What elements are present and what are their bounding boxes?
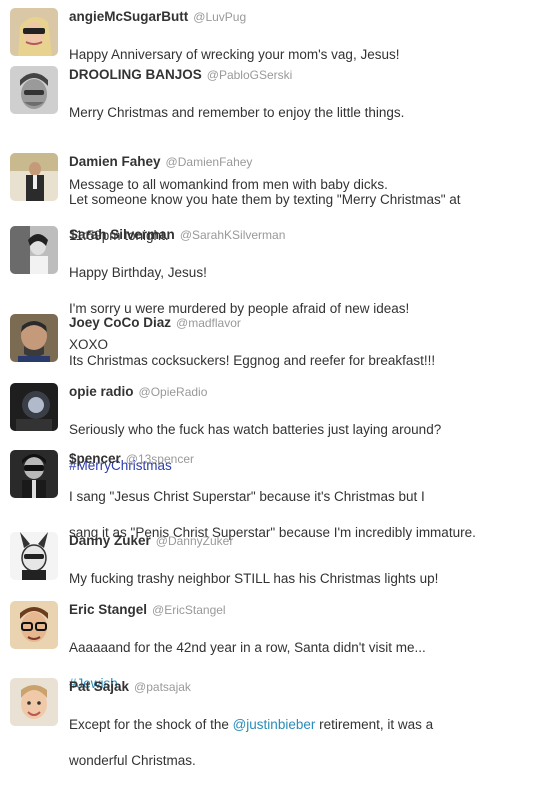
display-name[interactable]: angieMcSugarButt xyxy=(69,9,188,24)
tweet-text-fragment: Except for the shock of the xyxy=(69,717,233,732)
tweet-text: My fucking trashy neighbor STILL has his… xyxy=(69,552,536,606)
avatar-image xyxy=(10,601,58,649)
tweet-text-line: I sang "Jesus Christ Superstar" because … xyxy=(69,489,425,504)
user-handle[interactable]: @patsajak xyxy=(134,680,191,694)
tweet-text-line: Merry Christmas and remember to enjoy th… xyxy=(69,105,405,120)
tweet-text-line: Aaaaaand for the 42nd year in a row, San… xyxy=(69,640,426,655)
user-handle[interactable]: @13spencer xyxy=(126,452,194,466)
tweet-text-line: My fucking trashy neighbor STILL has his… xyxy=(69,571,439,586)
avatar[interactable] xyxy=(10,601,58,649)
avatar[interactable] xyxy=(10,383,58,431)
avatar[interactable] xyxy=(10,226,58,274)
avatar-image xyxy=(10,532,58,580)
user-handle[interactable]: @LuvPug xyxy=(193,10,246,24)
display-name[interactable]: Sarah Silverman xyxy=(69,227,175,242)
user-handle[interactable]: @EricStangel xyxy=(152,603,226,617)
user-handle[interactable]: @madflavor xyxy=(176,316,241,330)
user-handle[interactable]: @DamienFahey xyxy=(166,155,253,169)
user-handle[interactable]: @SarahKSilverman xyxy=(180,228,286,242)
avatar-image xyxy=(10,450,58,498)
avatar[interactable] xyxy=(10,450,58,498)
tweet-text-line: Except for the shock of the @justinbiebe… xyxy=(69,716,536,734)
tweet-text: Except for the shock of the @justinbiebe… xyxy=(69,698,536,788)
avatar[interactable] xyxy=(10,532,58,580)
mention-link[interactable]: @justinbieber xyxy=(233,717,316,732)
tweet-text-line: wonderful Christmas. xyxy=(69,753,196,768)
avatar[interactable] xyxy=(10,314,58,362)
display-name[interactable]: Damien Fahey xyxy=(69,154,161,169)
tweet-text-line: Seriously who the fuck has watch batteri… xyxy=(69,422,442,437)
tweet-text-line: Happy Anniversary of wrecking your mom's… xyxy=(69,47,400,62)
tweet-text-line: Its Christmas cocksuckers! Eggnog and re… xyxy=(69,353,436,368)
avatar-image xyxy=(10,8,58,56)
display-name[interactable]: $pencer xyxy=(69,451,121,466)
display-name[interactable]: Eric Stangel xyxy=(69,602,147,617)
avatar-image xyxy=(10,383,58,431)
avatar-image xyxy=(10,226,58,274)
user-handle[interactable]: @DannyZuker xyxy=(156,534,234,548)
display-name[interactable]: opie radio xyxy=(69,384,134,399)
tweet-text-line: Happy Birthday, Jesus! xyxy=(69,265,207,280)
avatar[interactable] xyxy=(10,66,58,114)
avatar-image xyxy=(10,314,58,362)
avatar[interactable] xyxy=(10,678,58,726)
avatar-image xyxy=(10,678,58,726)
tweet-text: Its Christmas cocksuckers! Eggnog and re… xyxy=(69,334,536,388)
tweet-text-fragment: retirement, it was a xyxy=(315,717,434,732)
display-name[interactable]: DROOLING BANJOS xyxy=(69,67,202,82)
avatar-image xyxy=(10,153,58,201)
avatar[interactable] xyxy=(10,8,58,56)
avatar[interactable] xyxy=(10,153,58,201)
user-handle[interactable]: @OpieRadio xyxy=(139,385,208,399)
tweet-text-line: Let someone know you hate them by textin… xyxy=(69,192,461,207)
display-name[interactable]: Pat Sajak xyxy=(69,679,129,694)
avatar-image xyxy=(10,66,58,114)
display-name[interactable]: Danny Zuker xyxy=(69,533,151,548)
display-name[interactable]: Joey CoCo Diaz xyxy=(69,315,171,330)
user-handle[interactable]: @PabloGSerski xyxy=(207,68,293,82)
